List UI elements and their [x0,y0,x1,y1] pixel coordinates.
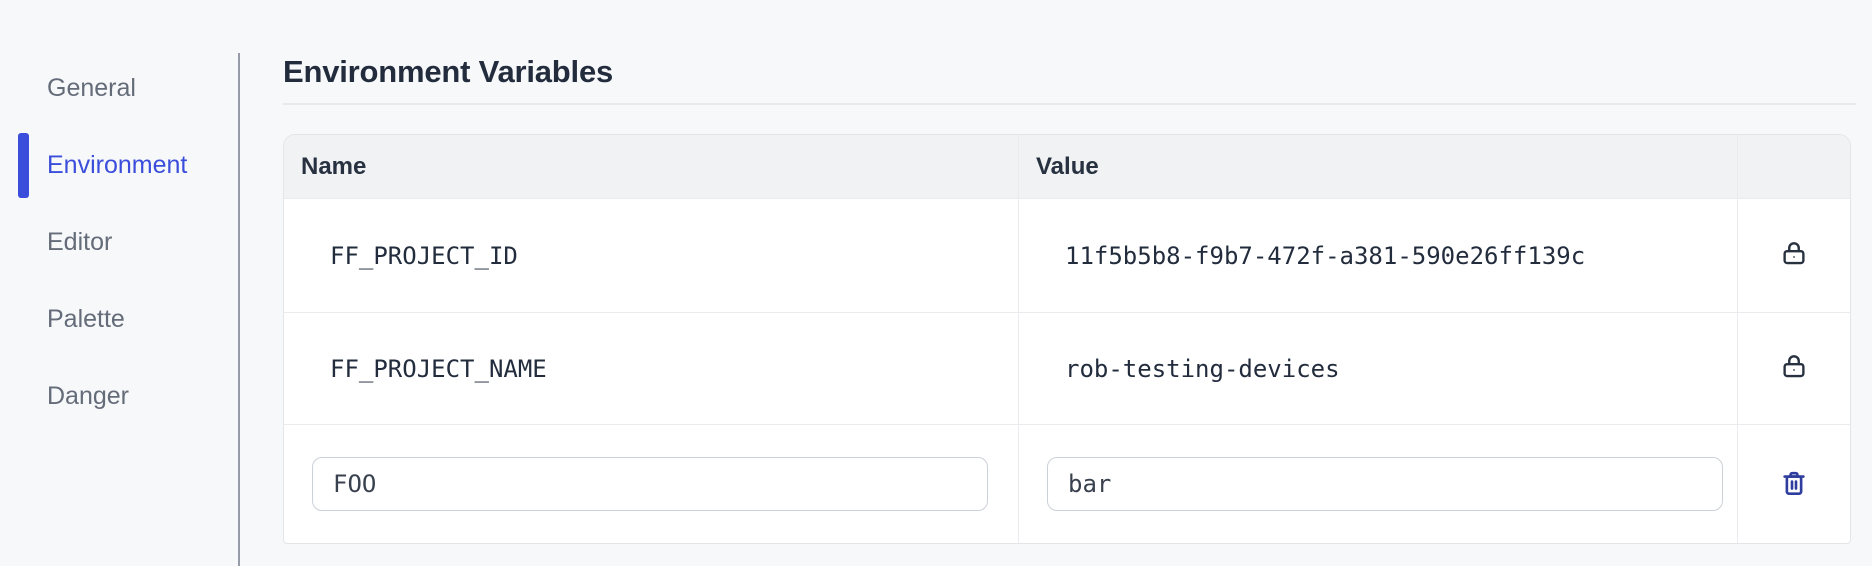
env-var-name: FF_PROJECT_NAME [284,312,1018,424]
environment-variables-table: Name Value FF_PROJECT_ID 11f5b5b8-f9b7-4… [283,134,1851,544]
delete-env-var-button[interactable] [1779,468,1809,501]
title-divider [283,103,1856,105]
new-env-var-value-input[interactable] [1047,457,1723,511]
lock-icon [1779,238,1809,274]
settings-sidebar: General Environment Editor Palette Dange… [0,50,238,435]
environment-settings-panel: Environment Variables Name Value FF_PROJ… [283,0,1856,544]
sidebar-item-label: Palette [47,305,125,333]
sidebar-item-label: Editor [47,228,113,256]
sidebar-item-label: Environment [47,151,188,179]
new-env-var-name-cell [284,424,1018,543]
new-env-var-value-cell [1018,424,1737,543]
env-var-name: FF_PROJECT_ID [284,198,1018,312]
env-var-value: 11f5b5b8-f9b7-472f-a381-590e26ff139c [1018,198,1737,312]
column-header-actions [1737,135,1850,198]
env-var-value: rob-testing-devices [1018,312,1737,424]
active-indicator-bar [18,133,29,198]
new-env-var-actions [1737,424,1850,543]
sidebar-item-label: General [47,74,136,102]
trash-icon [1779,468,1809,501]
new-env-var-name-input[interactable] [312,457,988,511]
env-var-actions [1737,312,1850,424]
sidebar-item-danger[interactable]: Danger [0,358,238,435]
page-title: Environment Variables [283,54,614,89]
column-header-value: Value [1018,135,1737,198]
sidebar-item-palette[interactable]: Palette [0,281,238,358]
lock-icon [1779,351,1809,387]
sidebar-item-environment[interactable]: Environment [0,127,238,204]
sidebar-item-label: Danger [47,382,129,410]
column-header-name: Name [284,135,1018,198]
sidebar-divider [238,53,240,566]
sidebar-item-general[interactable]: General [0,50,238,127]
sidebar-item-editor[interactable]: Editor [0,204,238,281]
env-var-actions [1737,198,1850,312]
